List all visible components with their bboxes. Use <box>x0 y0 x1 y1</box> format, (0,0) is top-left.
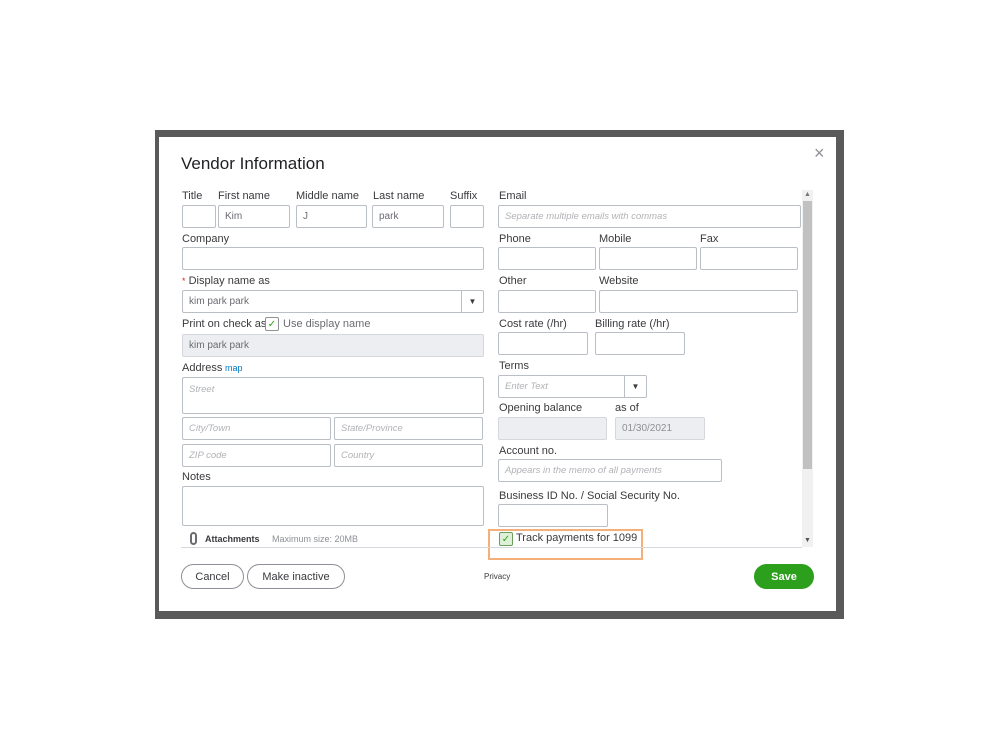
as-of-label: as of <box>615 402 639 414</box>
city-input[interactable]: City/Town <box>182 417 331 440</box>
dialog-title: Vendor Information <box>181 154 325 173</box>
scroll-up-icon[interactable]: ▲ <box>804 191 811 198</box>
chevron-down-icon[interactable]: ▼ <box>461 291 483 312</box>
email-label: Email <box>499 190 527 202</box>
as-of-date-input[interactable]: 01/30/2021 <box>615 417 705 440</box>
use-display-name-checkbox[interactable]: ✓ <box>265 317 279 331</box>
attachments-link[interactable]: Attachments <box>205 534 260 544</box>
account-no-label: Account no. <box>499 445 558 457</box>
account-no-input[interactable]: Appears in the memo of all payments <box>498 459 722 482</box>
display-name-value: kim park park <box>189 296 250 307</box>
address-label: Address <box>182 362 223 374</box>
display-name-text: Display name as <box>188 275 270 287</box>
business-id-input[interactable] <box>498 504 608 527</box>
title-label: Title <box>182 190 203 202</box>
street-input[interactable]: Street <box>182 377 484 414</box>
suffix-input[interactable] <box>450 205 484 228</box>
title-input[interactable] <box>182 205 216 228</box>
map-link[interactable]: map <box>225 363 243 373</box>
paperclip-icon <box>190 532 197 545</box>
close-icon[interactable]: × <box>814 143 825 164</box>
fax-label: Fax <box>700 233 719 245</box>
opening-balance-input[interactable] <box>498 417 607 440</box>
make-inactive-button[interactable]: Make inactive <box>247 564 345 589</box>
billing-rate-label: Billing rate (/hr) <box>595 318 670 330</box>
fax-input[interactable] <box>700 247 798 270</box>
phone-label: Phone <box>499 233 531 245</box>
company-input[interactable] <box>182 247 484 270</box>
check-icon: ✓ <box>501 533 511 545</box>
terms-select[interactable]: Enter Text ▼ <box>498 375 647 398</box>
privacy-link[interactable]: Privacy <box>484 572 510 581</box>
website-input[interactable] <box>599 290 798 313</box>
print-on-check-label: Print on check as <box>182 318 267 330</box>
attachments-max-size: Maximum size: 20MB <box>272 534 359 544</box>
middle-name-label: Middle name <box>296 190 359 202</box>
opening-balance-label: Opening balance <box>499 402 583 414</box>
track-1099-label: Track payments for 1099 <box>516 532 638 544</box>
first-name-input[interactable]: Kim <box>218 205 290 228</box>
terms-label: Terms <box>499 360 529 372</box>
company-label: Company <box>182 233 230 245</box>
notes-input[interactable] <box>182 486 484 526</box>
scrollbar-thumb[interactable] <box>803 201 812 469</box>
scroll-down-icon[interactable]: ▼ <box>804 537 811 544</box>
cancel-button[interactable]: Cancel <box>181 564 244 589</box>
save-button[interactable]: Save <box>754 564 814 589</box>
country-input[interactable]: Country <box>334 444 483 467</box>
chevron-down-icon[interactable]: ▼ <box>624 376 646 397</box>
cost-rate-input[interactable] <box>498 332 588 355</box>
notes-label: Notes <box>182 471 211 483</box>
display-name-label: * Display name as <box>182 275 270 287</box>
suffix-label: Suffix <box>450 190 478 202</box>
middle-name-input[interactable]: J <box>296 205 367 228</box>
last-name-label: Last name <box>373 190 425 202</box>
use-display-name-label: Use display name <box>283 318 371 330</box>
display-name-select[interactable]: kim park park ▼ <box>182 290 484 313</box>
track-1099-checkbox[interactable]: ✓ <box>499 532 513 546</box>
print-on-check-input[interactable]: kim park park <box>182 334 484 357</box>
terms-placeholder: Enter Text <box>505 381 548 392</box>
mobile-label: Mobile <box>599 233 632 245</box>
phone-input[interactable] <box>498 247 596 270</box>
mobile-input[interactable] <box>599 247 697 270</box>
state-input[interactable]: State/Province <box>334 417 483 440</box>
cost-rate-label: Cost rate (/hr) <box>499 318 567 330</box>
billing-rate-input[interactable] <box>595 332 685 355</box>
other-input[interactable] <box>498 290 596 313</box>
email-input[interactable]: Separate multiple emails with commas <box>498 205 801 228</box>
last-name-input[interactable]: park <box>372 205 444 228</box>
check-icon: ✓ <box>267 318 277 330</box>
zip-input[interactable]: ZIP code <box>182 444 331 467</box>
business-id-label: Business ID No. / Social Security No. <box>499 490 680 502</box>
website-label: Website <box>599 275 639 287</box>
first-name-label: First name <box>218 190 270 202</box>
divider <box>181 547 802 548</box>
other-label: Other <box>499 275 527 287</box>
required-mark: * <box>182 276 186 286</box>
